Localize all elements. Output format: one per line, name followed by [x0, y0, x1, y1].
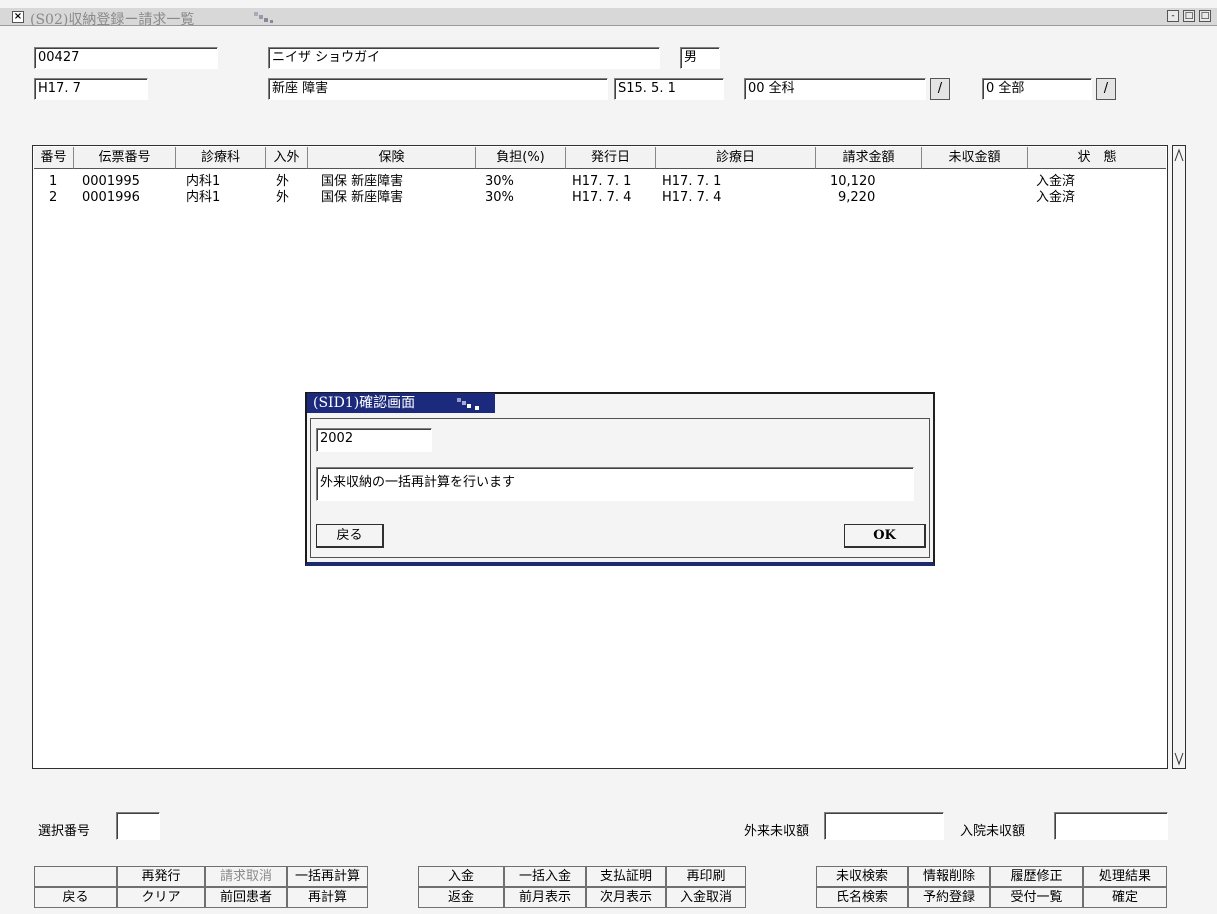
period-field[interactable]: H17. 7	[34, 78, 148, 100]
fkey-reception-list-button[interactable]: 受付一覧	[990, 887, 1083, 908]
scroll-up-icon[interactable]	[1174, 148, 1184, 162]
col-header-insurance: 保険	[308, 147, 476, 169]
fkey-appointment-button[interactable]: 予約登録	[908, 887, 990, 908]
table-row-2-in-out[interactable]: 外	[276, 190, 289, 206]
col-header-slip-number: 伝票番号	[74, 147, 176, 169]
col-header-status: 状 態	[1028, 147, 1166, 169]
fkey-reissue-button[interactable]: 再発行	[117, 866, 205, 887]
fkey-delete-info-button[interactable]: 情報削除	[908, 866, 990, 887]
fkey-blank-button	[34, 866, 117, 887]
fkey-next-month-button[interactable]: 次月表示	[586, 887, 666, 908]
window-title: (S02)収納登録ー請求一覧	[30, 12, 195, 28]
fkey-payment-button[interactable]: 入金	[418, 866, 504, 887]
fkey-reprint-button[interactable]: 再印刷	[666, 866, 746, 887]
app-logo-icon	[254, 12, 273, 23]
col-header-issue-date: 発行日	[566, 147, 656, 169]
table-row-1-department[interactable]: 内科1	[186, 174, 220, 190]
fkey-refund-button[interactable]: 返金	[418, 887, 504, 908]
fkey-bulk-recalc-button[interactable]: 一括再計算	[287, 866, 368, 887]
fkey-results-button[interactable]: 処理結果	[1083, 866, 1167, 887]
select-number-input[interactable]	[116, 812, 160, 840]
department-dropdown-icon[interactable]: /	[930, 78, 950, 100]
table-row-1-slip[interactable]: 0001995	[82, 174, 140, 190]
table-row-1-issue-date[interactable]: H17. 7. 1	[572, 174, 631, 190]
outpatient-unpaid-field	[824, 812, 944, 840]
col-header-burden: 負担(%)	[476, 147, 566, 169]
col-header-unpaid-amount: 未収金額	[922, 147, 1028, 169]
table-row-1-number[interactable]: 1	[49, 174, 57, 190]
table-row-2-issue-date[interactable]: H17. 7. 4	[572, 190, 631, 206]
restore-icon[interactable]: □	[1199, 10, 1211, 22]
fkey-edit-history-button[interactable]: 履歴修正	[990, 866, 1083, 887]
fkey-unpaid-search-button[interactable]: 未収検索	[816, 866, 908, 887]
fkey-name-search-button[interactable]: 氏名検索	[816, 887, 908, 908]
table-row-2-billed[interactable]: 9,220	[838, 190, 875, 206]
scope-dropdown-icon[interactable]: /	[1096, 78, 1116, 100]
fkey-prev-patient-button[interactable]: 前回患者	[205, 887, 287, 908]
col-header-in-out: 入外	[266, 147, 308, 169]
fkey-clear-button[interactable]: クリア	[117, 887, 205, 908]
fkey-prev-month-button[interactable]: 前月表示	[504, 887, 586, 908]
dialog-back-button[interactable]: 戻る	[316, 524, 384, 548]
inpatient-unpaid-field	[1054, 812, 1168, 840]
fkey-cancel-payment-button[interactable]: 入金取消	[666, 887, 746, 908]
department-select[interactable]: 00 全科	[744, 78, 926, 100]
col-header-visit-date: 診療日	[656, 147, 816, 169]
dialog-ok-button[interactable]: OK	[844, 524, 926, 548]
table-row-2-slip[interactable]: 0001996	[82, 190, 140, 206]
col-header-billed-amount: 請求金額	[816, 147, 922, 169]
kana-name-field[interactable]: ニイザ ショウガイ	[268, 47, 660, 69]
minimize-icon[interactable]: -	[1167, 10, 1179, 22]
table-row-2-burden[interactable]: 30%	[485, 190, 514, 206]
kanji-name-field[interactable]: 新座 障害	[268, 78, 608, 100]
table-row-1-insurance[interactable]: 国保 新座障害	[321, 174, 403, 190]
birth-date-field[interactable]: S15. 5. 1	[614, 78, 724, 100]
maximize-icon[interactable]: □	[1183, 10, 1195, 22]
fkey-recalc-button[interactable]: 再計算	[287, 887, 368, 908]
table-row-1-visit-date[interactable]: H17. 7. 1	[662, 174, 721, 190]
col-header-number: 番号	[34, 147, 74, 169]
table-row-2-number[interactable]: 2	[49, 190, 57, 206]
fkey-payment-cert-button[interactable]: 支払証明	[586, 866, 666, 887]
fkey-confirm-button[interactable]: 確定	[1083, 887, 1167, 908]
outpatient-unpaid-label: 外来未収額	[744, 824, 810, 839]
fkey-bulk-payment-button[interactable]: 一括入金	[504, 866, 586, 887]
fkey-back-button[interactable]: 戻る	[34, 887, 117, 908]
fkey-cancel-bill-button[interactable]: 請求取消	[205, 866, 287, 887]
table-scrollbar[interactable]	[1172, 145, 1186, 769]
table-row-1-billed[interactable]: 10,120	[830, 174, 876, 190]
table-row-2-department[interactable]: 内科1	[186, 190, 220, 206]
sex-field[interactable]: 男	[680, 47, 720, 69]
col-header-department: 診療科	[176, 147, 266, 169]
table-row-2-insurance[interactable]: 国保 新座障害	[321, 190, 403, 206]
dialog-message-field: 外来収納の一括再計算を行います	[316, 467, 914, 501]
scroll-down-icon[interactable]	[1174, 752, 1184, 766]
table-row-1-status[interactable]: 入金済	[1036, 174, 1075, 190]
select-number-label: 選択番号	[38, 824, 91, 839]
inpatient-unpaid-label: 入院未収額	[960, 824, 1026, 839]
table-row-2-visit-date[interactable]: H17. 7. 4	[662, 190, 721, 206]
dialog-code-field: 2002	[316, 428, 432, 452]
scope-select[interactable]: 0 全部	[982, 78, 1092, 100]
dialog-logo-icon	[457, 398, 479, 410]
table-row-2-status[interactable]: 入金済	[1036, 190, 1075, 206]
table-row-1-burden[interactable]: 30%	[485, 174, 514, 190]
close-icon[interactable]: ×	[12, 11, 24, 23]
table-row-1-in-out[interactable]: 外	[276, 174, 289, 190]
patient-id-field[interactable]: 00427	[34, 47, 218, 69]
